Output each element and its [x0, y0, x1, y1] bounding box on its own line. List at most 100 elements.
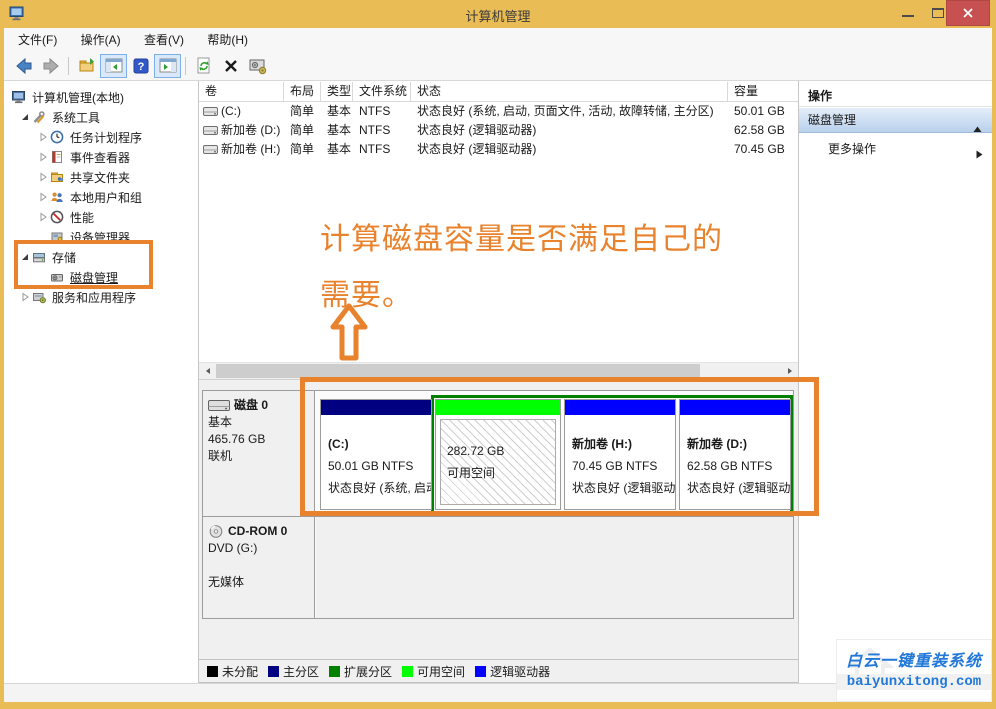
- tree-item-performance[interactable]: 性能: [4, 207, 198, 227]
- volume-filesystem: NTFS: [353, 121, 411, 140]
- annotation-rect-disk-map: [300, 377, 819, 516]
- tree-item-local-users-groups[interactable]: 本地用户和组: [4, 187, 198, 207]
- computer-management-window: { "window": { "title": "计算机管理" }, "menu"…: [0, 0, 996, 709]
- tree-item-label: 系统工具: [52, 109, 100, 126]
- cdrom-graphic-empty: [316, 517, 793, 618]
- volume-layout: 简单: [284, 102, 321, 121]
- annotation-line1: 计算磁盘容量是否满足自己的: [320, 212, 723, 268]
- delete-button[interactable]: [217, 54, 244, 78]
- expanded-triangle-icon[interactable]: [20, 112, 32, 122]
- menu-bar: 文件(F) 操作(A) 查看(V) 帮助(H): [4, 28, 992, 52]
- volume-list: 卷 布局 类型 文件系统 状态 容量 (C:) 简单 基本 NTFS 状态良好 …: [199, 82, 798, 159]
- hard-disk-icon: [208, 399, 230, 412]
- help-button[interactable]: ?: [127, 54, 154, 78]
- menu-help[interactable]: 帮助(H): [197, 28, 258, 52]
- disk-properties-button[interactable]: [244, 54, 271, 78]
- column-header-volume[interactable]: 卷: [199, 82, 284, 101]
- volume-status: 状态良好 (系统, 启动, 页面文件, 活动, 故障转储, 主分区): [411, 102, 728, 121]
- toolbar-separator: [68, 57, 69, 75]
- scroll-left-arrow[interactable]: [199, 363, 216, 379]
- volume-status: 状态良好 (逻辑驱动器): [411, 140, 728, 159]
- volume-row-d[interactable]: 新加卷 (D:) 简单 基本 NTFS 状态良好 (逻辑驱动器) 62.58 G…: [199, 121, 798, 140]
- collapsed-triangle-icon[interactable]: [38, 192, 50, 202]
- volume-layout: 简单: [284, 121, 321, 140]
- disk-status: 联机: [208, 448, 309, 465]
- volume-capacity: 70.45 GB: [728, 140, 798, 159]
- show-console-tree-icon: [104, 57, 124, 75]
- back-arrow-icon: [14, 56, 34, 76]
- tree-item-label: 服务和应用程序: [52, 289, 136, 306]
- column-header-capacity[interactable]: 容量: [728, 82, 798, 101]
- menu-file[interactable]: 文件(F): [8, 28, 67, 52]
- minimize-button[interactable]: [894, 0, 922, 26]
- more-actions-item[interactable]: 更多操作: [799, 138, 992, 160]
- help-icon: ?: [131, 56, 151, 76]
- tree-item-shared-folders[interactable]: 共享文件夹: [4, 167, 198, 187]
- collapsed-triangle-icon[interactable]: [38, 172, 50, 182]
- collapsed-triangle-icon[interactable]: [20, 292, 32, 302]
- disk0-info[interactable]: 磁盘 0 基本 465.76 GB 联机: [203, 391, 315, 516]
- forward-button[interactable]: [37, 54, 64, 78]
- tree-item-computer-management[interactable]: 计算机管理(本地): [4, 87, 198, 107]
- legend-item-primary: 主分区: [268, 663, 319, 680]
- performance-icon: [50, 210, 66, 224]
- local-users-icon: [50, 190, 66, 204]
- tree-item-label: 计算机管理(本地): [32, 89, 124, 106]
- legend-item-extended: 扩展分区: [329, 663, 392, 680]
- minimize-icon: [902, 15, 914, 17]
- show-action-pane-button[interactable]: [154, 54, 181, 78]
- column-header-status[interactable]: 状态: [411, 82, 728, 101]
- collapsed-triangle-icon[interactable]: [38, 212, 50, 222]
- show-action-pane-icon: [158, 57, 178, 75]
- cdrom-drive-letter: DVD (G:): [208, 540, 309, 557]
- column-header-layout[interactable]: 布局: [284, 82, 321, 101]
- cdrom-row: CD-ROM 0 DVD (G:) 无媒体: [202, 516, 794, 619]
- cd-rom-icon: [208, 525, 224, 539]
- console-tree: 计算机管理(本地) 系统工具 任务计划程序 事件查看器 共享文件夹 本: [4, 81, 199, 683]
- show-console-tree-button[interactable]: [100, 54, 127, 78]
- scrollbar-thumb[interactable]: [216, 364, 700, 378]
- tree-item-task-scheduler[interactable]: 任务计划程序: [4, 127, 198, 147]
- tree-item-services-applications[interactable]: 服务和应用程序: [4, 287, 198, 307]
- system-tools-icon: [32, 110, 48, 124]
- disk-management-action-group[interactable]: 磁盘管理: [799, 108, 992, 133]
- action-pane: 操作 磁盘管理 更多操作: [798, 81, 992, 683]
- disk-properties-icon: [248, 56, 268, 76]
- toolbar-separator: [185, 57, 186, 75]
- volume-name: 新加卷 (H:): [221, 140, 280, 159]
- svg-text:?: ?: [137, 61, 144, 73]
- shared-folders-icon: [50, 170, 66, 184]
- back-button[interactable]: [10, 54, 37, 78]
- export-list-button[interactable]: [73, 54, 100, 78]
- titlebar: 计算机管理: [0, 0, 996, 28]
- legend-item-free-space: 可用空间: [402, 663, 465, 680]
- collapsed-triangle-icon[interactable]: [38, 152, 50, 162]
- volume-status: 状态良好 (逻辑驱动器): [411, 121, 728, 140]
- menu-action[interactable]: 操作(A): [71, 28, 131, 52]
- refresh-button[interactable]: [190, 54, 217, 78]
- task-scheduler-icon: [50, 130, 66, 144]
- watermark-url: baiyunxitong.com: [837, 674, 991, 690]
- tree-item-event-viewer[interactable]: 事件查看器: [4, 147, 198, 167]
- menu-view[interactable]: 查看(V): [134, 28, 194, 52]
- volume-capacity: 62.58 GB: [728, 121, 798, 140]
- tree-item-system-tools[interactable]: 系统工具: [4, 107, 198, 127]
- volume-name: (C:): [221, 102, 241, 121]
- watermark: 白云一键重装系统 baiyunxitong.com: [836, 639, 992, 702]
- drive-icon: [203, 144, 218, 155]
- volume-filesystem: NTFS: [353, 102, 411, 121]
- legend-swatch-free-space: [402, 666, 413, 677]
- annotation-rect-storage: [14, 240, 153, 289]
- legend-item-logical-drive: 逻辑驱动器: [475, 663, 550, 680]
- close-button[interactable]: [946, 0, 990, 26]
- collapsed-triangle-icon[interactable]: [38, 132, 50, 142]
- column-header-filesystem[interactable]: 文件系统: [353, 82, 411, 101]
- maximize-icon: [932, 8, 944, 18]
- partition-legend: 未分配 主分区 扩展分区 可用空间 逻辑驱动器: [199, 659, 798, 683]
- disk-name: 磁盘 0: [234, 397, 268, 414]
- volume-row-h[interactable]: 新加卷 (H:) 简单 基本 NTFS 状态良好 (逻辑驱动器) 70.45 G…: [199, 140, 798, 159]
- volume-row-c[interactable]: (C:) 简单 基本 NTFS 状态良好 (系统, 启动, 页面文件, 活动, …: [199, 102, 798, 121]
- cdrom-info[interactable]: CD-ROM 0 DVD (G:) 无媒体: [203, 517, 315, 618]
- column-header-type[interactable]: 类型: [321, 82, 353, 101]
- legend-swatch-unallocated: [207, 666, 218, 677]
